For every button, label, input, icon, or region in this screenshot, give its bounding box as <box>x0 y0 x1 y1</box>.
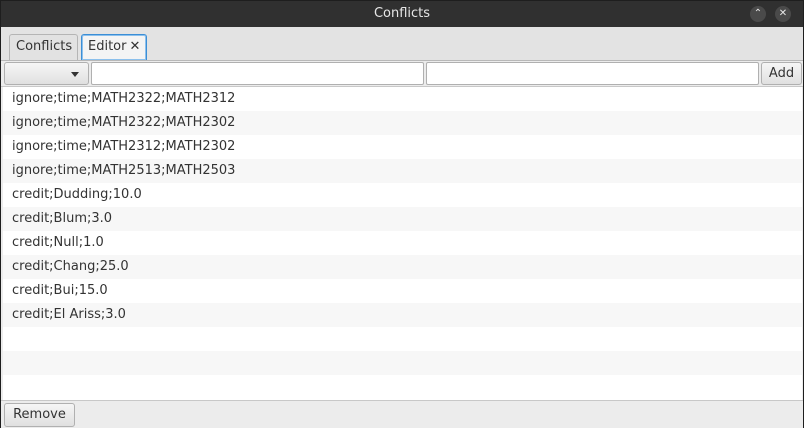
list-item[interactable]: credit;Bui;15.0 <box>3 279 802 303</box>
tab-label: Conflicts <box>16 39 73 54</box>
title-bar[interactable]: Conflicts ⌃ ✕ <box>1 1 803 27</box>
list-item[interactable]: credit;Null;1.0 <box>3 231 802 255</box>
constraint-list[interactable]: ignore;time;MATH2322;MATH2312 ignore;time… <box>3 87 802 400</box>
tab-bar: Conflicts Editor ✕ <box>1 27 803 61</box>
tab-label: Editor <box>88 39 127 54</box>
first-field-input[interactable] <box>91 62 424 85</box>
bottom-bar: Remove <box>1 400 803 428</box>
tab-editor[interactable]: Editor ✕ <box>81 34 147 60</box>
chevron-down-icon <box>71 72 79 77</box>
empty-list-row <box>3 327 802 351</box>
app-window: Conflicts ⌃ ✕ Conflicts Editor ✕ Add igno… <box>0 0 804 428</box>
list-item[interactable]: ignore;time;MATH2322;MATH2312 <box>3 87 802 111</box>
remove-button[interactable]: Remove <box>4 403 75 427</box>
tab-conflicts[interactable]: Conflicts <box>9 34 78 60</box>
list-item[interactable]: credit;El Ariss;3.0 <box>3 303 802 327</box>
list-item[interactable]: ignore;time;MATH2322;MATH2302 <box>3 111 802 135</box>
list-item[interactable]: credit;Dudding;10.0 <box>3 183 802 207</box>
list-item[interactable]: credit;Blum;3.0 <box>3 207 802 231</box>
window-title: Conflicts <box>373 6 431 21</box>
list-item[interactable]: ignore;time;MATH2312;MATH2302 <box>3 135 802 159</box>
editor-toolbar: Add <box>1 61 803 87</box>
list-item[interactable]: credit;Chang;25.0 <box>3 255 802 279</box>
type-combo-box[interactable] <box>4 62 89 85</box>
tab-close-icon[interactable]: ✕ <box>129 39 140 54</box>
minimize-icon[interactable]: ⌃ <box>750 6 766 22</box>
empty-list-row <box>3 351 802 375</box>
list-item[interactable]: ignore;time;MATH2513;MATH2503 <box>3 159 802 183</box>
empty-list-row <box>3 375 802 399</box>
close-window-icon[interactable]: ✕ <box>775 6 791 22</box>
second-field-input[interactable] <box>426 62 759 85</box>
add-button[interactable]: Add <box>761 62 802 85</box>
